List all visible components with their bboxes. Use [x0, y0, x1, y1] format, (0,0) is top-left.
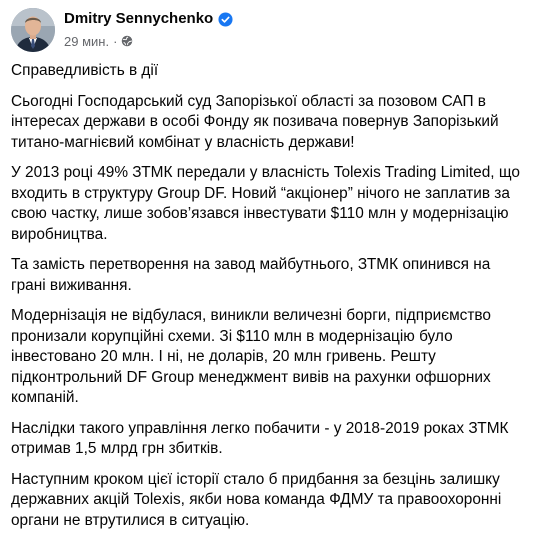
post-paragraph: Наступним кроком цієї історії стало б пр… [11, 470, 502, 529]
author-name-link[interactable]: Dmitry Sennychenko [64, 9, 213, 29]
post-paragraph-title: Справедливість в дії [11, 62, 159, 79]
author-row: Dmitry Sennychenko [64, 8, 233, 30]
post-paragraph: Та замість перетворення на завод майбутн… [11, 256, 491, 294]
post-paragraph: Сьогодні Господарський суд Запорізької о… [11, 92, 499, 151]
facebook-post: Dmitry Sennychenko 29 мин. · Справедливі… [0, 0, 539, 537]
avatar-photo [11, 8, 55, 52]
post-body: Справедливість в дії Сьогодні Господарсь… [11, 61, 525, 541]
verified-badge-icon [218, 11, 233, 27]
post-paragraph: У 2013 році 49% ЗТМК передали у власніст… [11, 164, 520, 243]
author-avatar[interactable] [11, 8, 55, 52]
post-meta: 29 мин. · [64, 32, 133, 50]
post-paragraph: Модернізація не відбулася, виникли велич… [11, 307, 491, 406]
meta-separator: · [113, 33, 118, 49]
post-paragraph: Наслідки такого управління легко побачит… [11, 419, 509, 458]
globe-icon[interactable] [121, 35, 133, 47]
post-timestamp-link[interactable]: 29 мин. [64, 34, 109, 49]
post-header: Dmitry Sennychenko 29 мин. · [11, 8, 511, 52]
